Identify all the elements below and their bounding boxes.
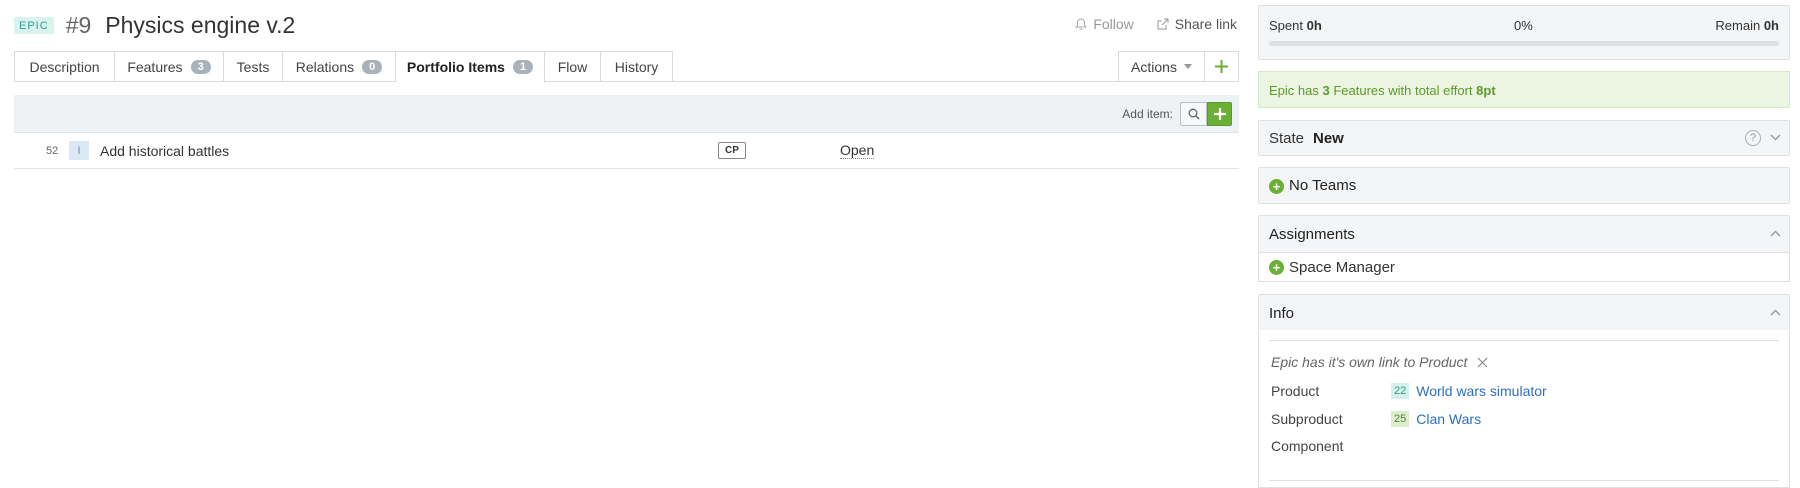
external-link-icon (1157, 18, 1169, 29)
tab-features[interactable]: Features 3 (115, 51, 224, 82)
tab-label: Tests (236, 58, 270, 75)
notice-effort: 8pt (1476, 83, 1496, 98)
follow-label: Follow (1093, 16, 1134, 32)
info-body: Epic has it's own link to Product Produc… (1258, 330, 1790, 488)
notice-count: 3 (1322, 83, 1330, 98)
tab-label: Portfolio Items (406, 59, 505, 75)
tab-history[interactable]: History (601, 51, 673, 82)
subproduct-label: Subproduct (1271, 411, 1343, 427)
remain-text: Remain 0h (1715, 18, 1779, 33)
state-value[interactable]: New (1313, 130, 1344, 147)
progress-percent: 0% (1514, 18, 1533, 33)
sidebar: Spent 0h 0% Remain 0h Epic has 3 Feature… (1258, 0, 1790, 488)
add-item-button[interactable] (1207, 102, 1232, 126)
info-note-text: Epic has it's own link to Product (1271, 354, 1468, 370)
product-id-badge: 22 (1391, 383, 1410, 399)
assignments-title: Assignments (1269, 226, 1355, 243)
entity-type-badge: EPIC (14, 16, 54, 34)
title-actions: Follow Share link (1075, 16, 1237, 32)
item-title-link[interactable]: Add historical battles (100, 143, 229, 159)
assignments-header[interactable]: Assignments (1258, 215, 1790, 252)
search-icon (1188, 108, 1200, 120)
add-tab-button[interactable] (1205, 51, 1239, 82)
follow-button[interactable]: Follow (1075, 16, 1134, 32)
teams-card[interactable]: + No Teams (1258, 167, 1790, 204)
spent-label: Spent (1269, 18, 1303, 33)
chevron-down-icon[interactable] (1770, 134, 1781, 141)
info-header[interactable]: Info (1258, 294, 1790, 330)
remain-value: 0h (1763, 18, 1779, 33)
notice-middle: Features with total effort (1329, 83, 1477, 98)
tab-count-badge: 3 (190, 59, 211, 74)
notice-prefix: Epic has (1269, 83, 1323, 98)
tab-label: Features (127, 58, 183, 75)
product-link[interactable]: 22 World wars simulator (1391, 383, 1547, 399)
add-item-label: Add item: (1122, 107, 1173, 121)
tab-flow[interactable]: Flow (545, 51, 601, 82)
search-item-button[interactable] (1180, 102, 1207, 126)
assignment-row[interactable]: + Space Manager (1258, 252, 1790, 282)
tab-label: History (614, 58, 659, 75)
tab-tests[interactable]: Tests (224, 51, 283, 82)
info-title: Info (1269, 305, 1295, 322)
tab-portfolio-items[interactable]: Portfolio Items 1 (396, 51, 545, 83)
close-icon[interactable] (1477, 357, 1488, 368)
add-assignee-icon[interactable]: + (1269, 260, 1284, 275)
share-link-button[interactable]: Share link (1156, 16, 1237, 32)
tab-label: Relations (295, 58, 355, 75)
remain-label: Remain (1715, 18, 1761, 33)
subproduct-id-badge: 25 (1391, 411, 1410, 427)
subproduct-link[interactable]: 25 Clan Wars (1391, 411, 1481, 427)
item-type-badge: I (69, 141, 89, 160)
divider (1269, 480, 1779, 481)
chevron-up-icon[interactable] (1770, 230, 1781, 237)
item-state-dropdown[interactable]: Open (840, 142, 875, 159)
state-card[interactable]: State New ? (1258, 120, 1790, 156)
role-label: Space Manager (1289, 259, 1395, 276)
subproduct-name[interactable]: Clan Wars (1416, 411, 1481, 427)
product-name[interactable]: World wars simulator (1416, 383, 1546, 399)
spent-text: Spent 0h (1269, 18, 1322, 33)
plus-icon (1213, 108, 1226, 120)
state-label: State (1269, 130, 1305, 147)
main-panel: EPIC #9 Physics engine v.2 Follow Share … (14, 0, 1239, 488)
divider (1269, 340, 1779, 341)
tab-bar: Description Features 3 Tests Relations 0 P… (14, 51, 1239, 83)
tab-label: Flow (557, 58, 588, 75)
tab-relations[interactable]: Relations 0 (283, 51, 396, 82)
teams-label: No Teams (1289, 177, 1357, 194)
bell-icon (1075, 17, 1088, 30)
help-icon[interactable]: ? (1745, 130, 1761, 146)
component-label: Component (1271, 438, 1344, 454)
item-id: 52 (46, 145, 59, 157)
tab-description[interactable]: Description (14, 51, 115, 82)
effort-card: Spent 0h 0% Remain 0h (1258, 5, 1790, 60)
actions-label: Actions (1131, 58, 1177, 75)
product-label: Product (1271, 383, 1320, 399)
tab-label: Description (29, 58, 100, 75)
add-team-icon[interactable]: + (1269, 179, 1284, 194)
tab-count-badge: 1 (512, 60, 534, 74)
info-note: Epic has it's own link to Product (1271, 354, 1488, 370)
entity-id: #9 (65, 11, 92, 38)
title-row: EPIC #9 Physics engine v.2 Follow Share … (14, 10, 1239, 40)
add-item-bar: Add item: (14, 95, 1239, 133)
caret-down-icon (1183, 64, 1192, 69)
chevron-up-icon[interactable] (1770, 309, 1781, 316)
actions-dropdown[interactable]: Actions (1118, 51, 1205, 82)
page-title[interactable]: Physics engine v.2 (105, 12, 295, 39)
tab-count-badge: 0 (362, 59, 383, 74)
effort-notice: Epic has 3 Features with total effort 8p… (1258, 71, 1790, 108)
item-project-badge: CP (718, 142, 746, 159)
spent-value: 0h (1306, 18, 1322, 33)
table-row[interactable]: 52 I Add historical battles CP Open (14, 134, 1239, 169)
progress-bar (1269, 41, 1779, 46)
plus-icon (1215, 60, 1228, 73)
share-label: Share link (1174, 16, 1237, 32)
